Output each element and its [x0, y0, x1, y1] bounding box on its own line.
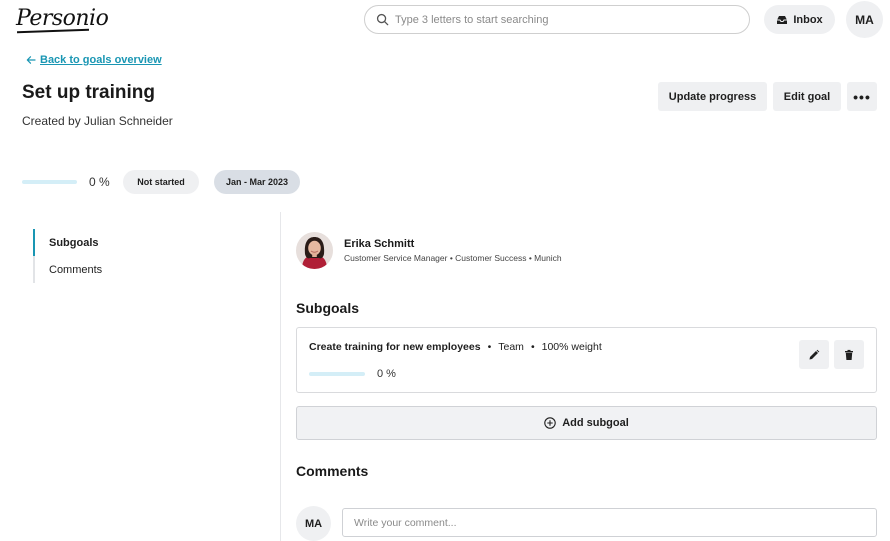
subgoal-name: Create training for new employees — [309, 341, 481, 353]
add-subgoal-button[interactable]: Add subgoal — [296, 406, 877, 440]
subgoal-progress-bar — [309, 372, 365, 376]
subgoal-summary: Create training for new employees • Team… — [309, 341, 602, 353]
arrow-left-icon — [26, 56, 36, 64]
add-subgoal-label: Add subgoal — [562, 417, 629, 429]
goal-progress-bar — [22, 180, 77, 184]
owner-name: Erika Schmitt — [344, 238, 415, 250]
back-link-label: Back to goals overview — [40, 54, 162, 66]
owner-photo-icon — [296, 232, 333, 269]
subgoals-heading: Subgoals — [296, 300, 360, 316]
global-search[interactable] — [364, 5, 750, 34]
subgoal-weight: 100% weight — [541, 341, 602, 353]
column-divider — [280, 212, 281, 541]
edit-subgoal-button[interactable] — [799, 340, 829, 369]
period-badge: Jan - Mar 2023 — [214, 170, 300, 194]
trash-icon — [845, 349, 853, 360]
back-to-goals-link[interactable]: Back to goals overview — [26, 54, 162, 66]
edit-goal-button[interactable]: Edit goal — [773, 82, 841, 111]
created-by-text: Created by Julian Schneider — [22, 114, 173, 128]
section-nav-subgoals[interactable]: Subgoals — [33, 229, 153, 256]
comments-heading: Comments — [296, 463, 369, 479]
more-options-button[interactable]: ••• — [847, 82, 877, 111]
section-nav-comments[interactable]: Comments — [33, 256, 153, 283]
owner-details: Customer Service Manager • Customer Succ… — [344, 253, 562, 263]
separator-dot: • — [530, 341, 535, 353]
search-icon — [376, 13, 389, 26]
status-badge: Not started — [123, 170, 199, 194]
subgoal-progress-label: 0 % — [377, 368, 396, 380]
user-avatar[interactable]: MA — [846, 1, 883, 38]
pencil-icon — [809, 349, 820, 359]
search-input[interactable] — [395, 13, 725, 26]
inbox-button[interactable]: Inbox — [764, 5, 835, 34]
page-title: Set up training — [22, 82, 155, 103]
section-nav: Subgoals Comments — [33, 229, 153, 283]
subgoal-card: Create training for new employees • Team… — [296, 327, 877, 393]
separator-dot: • — [487, 341, 492, 353]
owner-avatar — [296, 232, 333, 269]
inbox-label: Inbox — [793, 13, 823, 26]
plus-circle-icon — [544, 417, 556, 429]
update-progress-button[interactable]: Update progress — [658, 82, 767, 111]
delete-subgoal-button[interactable] — [834, 340, 864, 369]
logo-wordmark: Personio — [16, 6, 109, 31]
goal-progress-label: 0 % — [89, 175, 110, 189]
subgoal-scope: Team — [498, 341, 524, 353]
personio-logo[interactable]: Personio — [16, 6, 109, 34]
inbox-icon — [777, 15, 788, 24]
comment-user-avatar: MA — [296, 506, 331, 541]
comment-input[interactable] — [342, 508, 877, 537]
